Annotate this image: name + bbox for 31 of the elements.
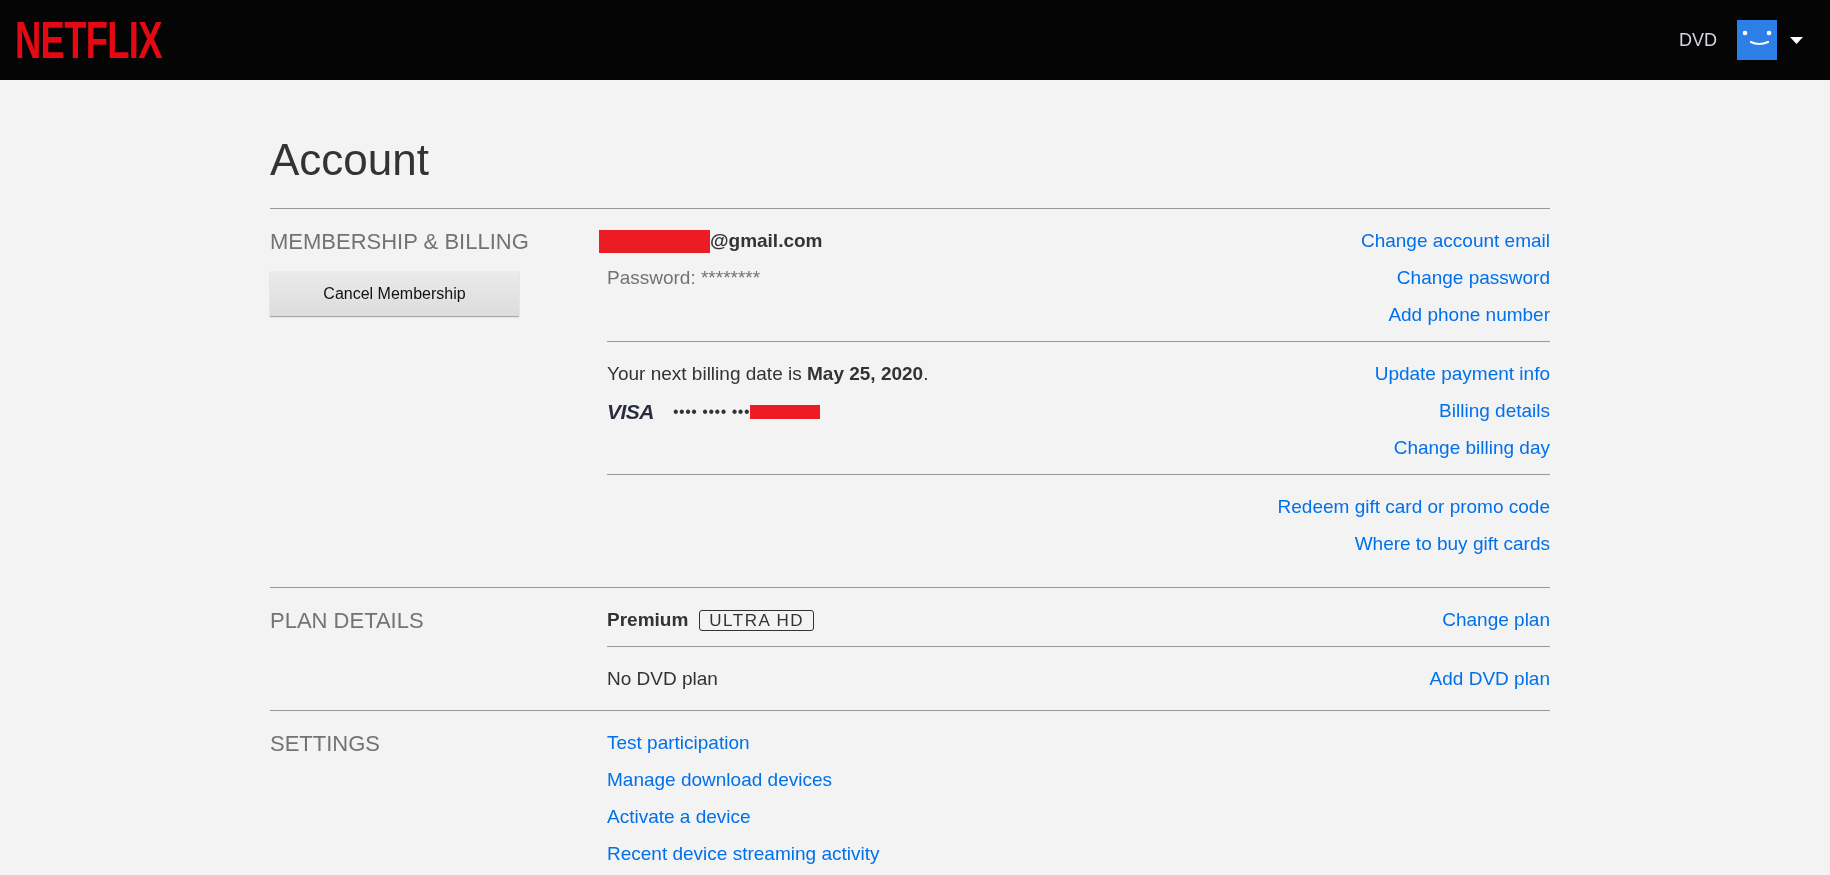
caret-down-icon[interactable] (1790, 36, 1803, 44)
account-link[interactable]: Recent device streaming activity (607, 840, 880, 869)
password-text: Password: ******** (607, 266, 761, 291)
cancel-membership-button[interactable]: Cancel Membership (270, 271, 519, 316)
account-link[interactable]: Change plan (1442, 606, 1550, 635)
account-link[interactable]: Update payment info (1374, 360, 1550, 389)
email-address: @gmail.com (710, 229, 823, 254)
section-heading: PLAN DETAILS (270, 607, 424, 635)
ultra-hd-badge: ULTRA HD (699, 610, 815, 631)
account-link[interactable]: Change billing day (1393, 434, 1550, 463)
plan-name: Premium (607, 608, 689, 633)
card-brand-logo: VISA (607, 403, 654, 420)
netflix-logo[interactable]: NETFLIX (15, 14, 162, 66)
account-link[interactable]: Manage download devices (607, 766, 832, 795)
account-link[interactable]: Redeem gift card or promo code (1277, 493, 1550, 522)
smiley-avatar-icon[interactable] (1737, 20, 1777, 60)
billing-date-text: Your next billing date is May 25, 2020. (607, 362, 929, 387)
account-link[interactable]: Add phone number (1388, 301, 1550, 330)
account-link[interactable]: Add DVD plan (1429, 665, 1550, 694)
card-number-text: •••• •••• ••• (673, 401, 751, 422)
account-link[interactable]: Change password (1396, 264, 1550, 293)
section-heading: SETTINGS (270, 730, 380, 758)
profile-name: DVD (1679, 28, 1717, 52)
account-link[interactable]: Billing details (1439, 397, 1550, 426)
account-link[interactable]: Change account email (1360, 227, 1550, 256)
section-heading: MEMBERSHIP & BILLING (270, 228, 529, 256)
page-title: Account (270, 138, 430, 182)
account-link[interactable]: Test participation (607, 729, 750, 758)
account-link[interactable]: Where to buy gift cards (1354, 530, 1550, 559)
dvd-plan-text: No DVD plan (607, 667, 718, 692)
account-link[interactable]: Activate a device (607, 803, 751, 832)
